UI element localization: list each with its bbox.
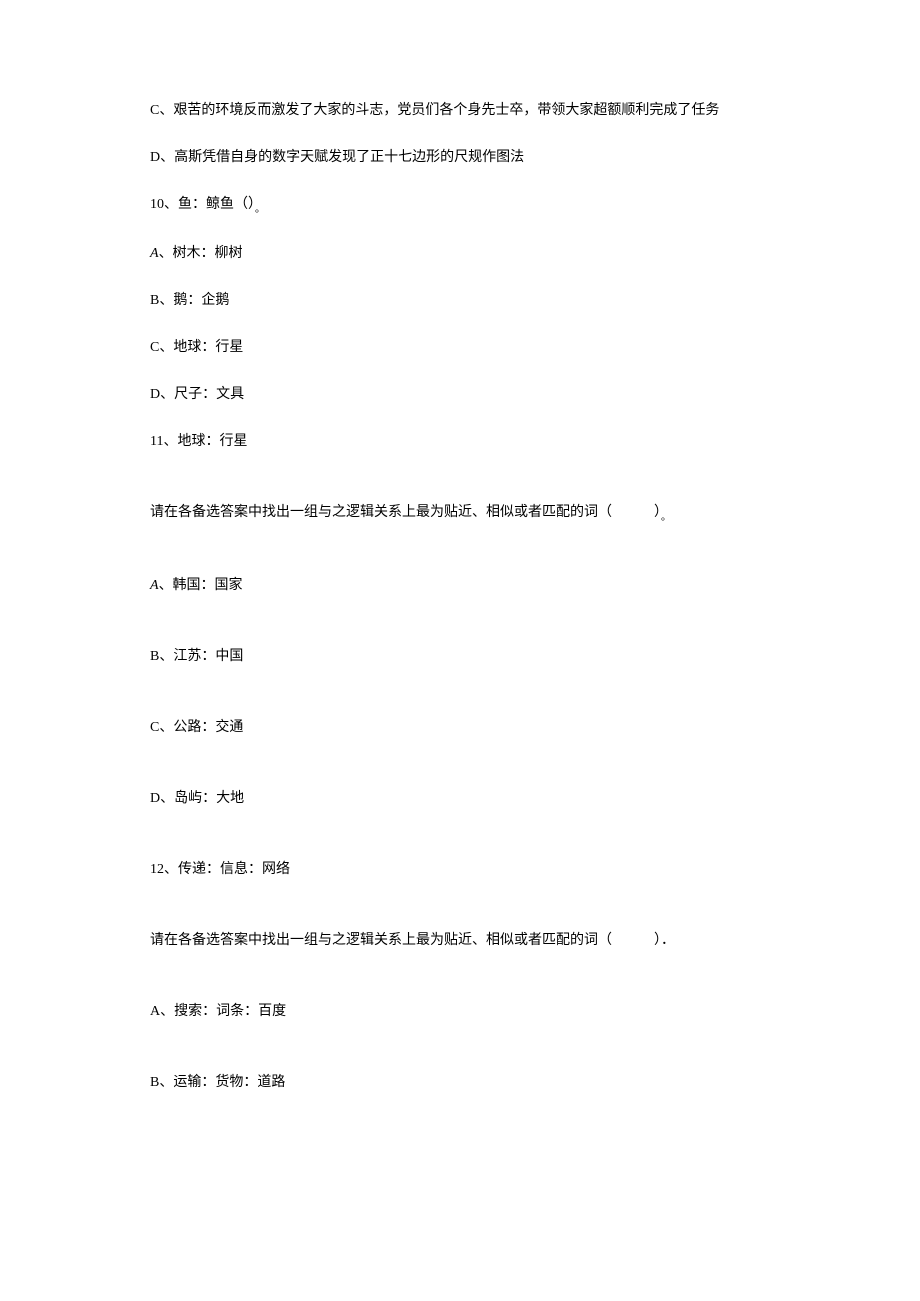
question-text: 12、传递：信息：网络 — [150, 862, 290, 877]
option-text: 、树木：柳树 — [159, 246, 243, 261]
document-page: C、艰苦的环境反而激发了大家的斗志，党员们各个身先士卒，带领大家超额顺利完成了任… — [0, 0, 920, 1243]
option-text: A、搜索：词条：百度 — [150, 1004, 286, 1019]
prompt-text: 请在各备选答案中找出一组与之逻辑关系上最为贴近、相似或者匹配的词（ ） — [150, 505, 661, 520]
option-text: C、艰苦的环境反而激发了大家的斗志，党员们各个身先士卒，带领大家超额顺利完成了任… — [150, 103, 719, 118]
q12-option-b: B、运输：货物：道路 — [150, 1072, 770, 1093]
option-text: B、江苏：中国 — [150, 649, 243, 664]
q11-option-a: A、韩国：国家 — [150, 575, 770, 596]
punct-sub: 。 — [255, 204, 265, 215]
punct-sub: 。 — [661, 512, 671, 523]
q12-option-a: A、搜索：词条：百度 — [150, 1001, 770, 1022]
question-12: 12、传递：信息：网络 — [150, 859, 770, 880]
question-text: 11、地球：行星 — [150, 434, 247, 449]
question-11: 11、地球：行星 — [150, 431, 770, 452]
option-text: D、尺子：文具 — [150, 387, 244, 402]
q10-option-b: B、鹅：企鹅 — [150, 290, 770, 311]
q11-option-b: B、江苏：中国 — [150, 646, 770, 667]
question-text: 10、鱼：鲸鱼（） — [150, 197, 255, 212]
q11-prompt: 请在各备选答案中找出一组与之逻辑关系上最为贴近、相似或者匹配的词（ ）。 — [150, 502, 770, 525]
q11-option-d: D、岛屿：大地 — [150, 788, 770, 809]
option-text: B、运输：货物：道路 — [150, 1075, 285, 1090]
q10-option-a: A、树木：柳树 — [150, 243, 770, 264]
q11-option-c: C、公路：交通 — [150, 717, 770, 738]
option-text: 、韩国：国家 — [159, 578, 243, 593]
option-text: B、鹅：企鹅 — [150, 293, 229, 308]
q10-option-c: C、地球：行星 — [150, 337, 770, 358]
option-text: D、岛屿：大地 — [150, 791, 244, 806]
q10-option-d: D、尺子：文具 — [150, 384, 770, 405]
option-letter: A — [150, 578, 159, 593]
option-letter: A — [150, 246, 159, 261]
question-10: 10、鱼：鲸鱼（）。 — [150, 194, 770, 217]
q12-prompt: 请在各备选答案中找出一组与之逻辑关系上最为贴近、相似或者匹配的词（ ）． — [150, 930, 770, 951]
option-d-previous: D、高斯凭借自身的数字天赋发现了正十七边形的尺规作图法 — [150, 147, 770, 168]
option-c-previous: C、艰苦的环境反而激发了大家的斗志，党员们各个身先士卒，带领大家超额顺利完成了任… — [150, 100, 770, 121]
option-text: D、高斯凭借自身的数字天赋发现了正十七边形的尺规作图法 — [150, 150, 524, 165]
option-text: C、公路：交通 — [150, 720, 243, 735]
option-text: C、地球：行星 — [150, 340, 243, 355]
prompt-text: 请在各备选答案中找出一组与之逻辑关系上最为贴近、相似或者匹配的词（ ）． — [150, 933, 675, 948]
